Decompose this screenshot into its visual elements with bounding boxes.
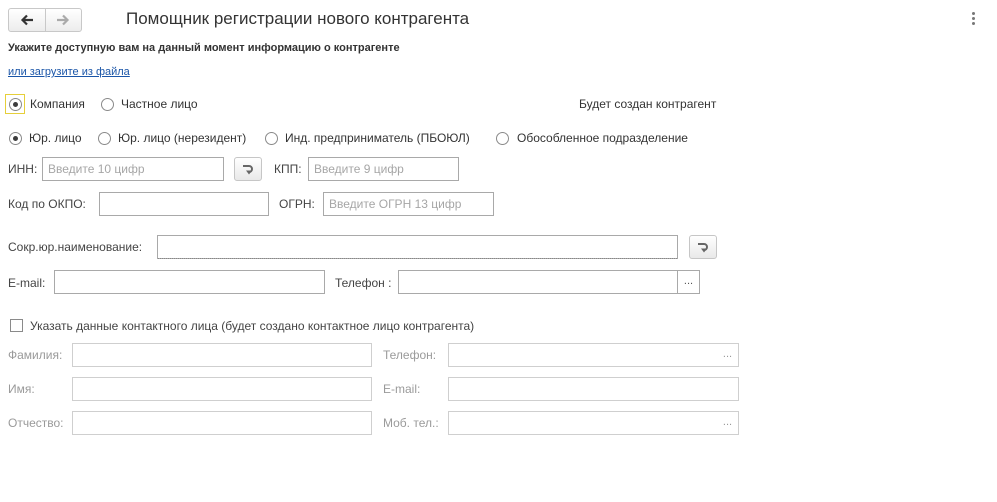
ogrn-label: ОГРН: bbox=[279, 197, 315, 211]
short-name-label: Сокр.юр.наименование: bbox=[8, 240, 143, 254]
radio-separate-division-circle[interactable] bbox=[496, 132, 509, 146]
radio-nonresident-circle[interactable] bbox=[98, 132, 111, 146]
okpo-label: Код по ОКПО: bbox=[8, 197, 86, 211]
radio-separate-division[interactable] bbox=[496, 131, 509, 146]
arrow-right-icon bbox=[57, 14, 70, 26]
inn-input[interactable] bbox=[42, 157, 224, 181]
radio-entrepreneur-circle[interactable] bbox=[265, 132, 278, 146]
result-text: Будет создан контрагент bbox=[579, 97, 717, 111]
curved-arrow-icon bbox=[698, 243, 708, 253]
contact-person-checkbox-label[interactable]: Указать данные контактного лица (будет с… bbox=[30, 319, 474, 333]
contact-email-label: E-mail: bbox=[383, 382, 421, 396]
radio-company-circle[interactable] bbox=[9, 98, 22, 112]
surname-label: Фамилия: bbox=[8, 348, 63, 362]
kpp-input[interactable] bbox=[308, 157, 459, 181]
surname-input[interactable] bbox=[72, 343, 372, 367]
email-label: E-mail: bbox=[8, 276, 46, 290]
input-dotted-underline bbox=[158, 258, 677, 259]
arrow-left-icon bbox=[20, 14, 33, 26]
patronymic-label: Отчество: bbox=[8, 416, 64, 430]
email-input[interactable] bbox=[54, 270, 325, 294]
phone-label: Телефон : bbox=[335, 276, 392, 290]
contact-phone-input[interactable] bbox=[448, 343, 718, 367]
short-name-input[interactable] bbox=[157, 235, 678, 259]
radio-legal-entity-circle[interactable] bbox=[9, 132, 22, 146]
contact-person-checkbox[interactable] bbox=[10, 319, 23, 332]
mobile-phone-label: Моб. тел.: bbox=[383, 416, 439, 430]
radio-nonresident-label[interactable]: Юр. лицо (нерезидент) bbox=[118, 131, 246, 145]
radio-entrepreneur[interactable] bbox=[265, 131, 278, 146]
radio-entrepreneur-label[interactable]: Инд. предприниматель (ПБОЮЛ) bbox=[285, 131, 470, 145]
navigation-buttons bbox=[8, 8, 82, 32]
radio-company-label[interactable]: Компания bbox=[30, 97, 85, 111]
radio-separate-division-label[interactable]: Обособленное подразделение bbox=[517, 131, 688, 145]
curved-arrow-icon bbox=[243, 165, 253, 175]
kpp-label: КПП: bbox=[274, 162, 302, 176]
radio-private-person-label[interactable]: Частное лицо bbox=[121, 97, 198, 111]
radio-private-person[interactable] bbox=[101, 97, 114, 112]
name-label: Имя: bbox=[8, 382, 35, 396]
okpo-input[interactable] bbox=[99, 192, 269, 216]
mobile-phone-input[interactable] bbox=[448, 411, 718, 435]
mobile-phone-select-button[interactable]: ... bbox=[717, 411, 739, 435]
radio-private-person-circle[interactable] bbox=[101, 98, 114, 112]
fill-by-inn-button[interactable] bbox=[234, 157, 262, 181]
patronymic-input[interactable] bbox=[72, 411, 372, 435]
radio-legal-entity[interactable] bbox=[9, 131, 22, 146]
load-from-file-link[interactable]: или загрузите из файла bbox=[8, 66, 130, 78]
inn-label: ИНН: bbox=[8, 162, 38, 176]
fill-name-button[interactable] bbox=[689, 235, 717, 259]
phone-input[interactable] bbox=[398, 270, 678, 294]
contact-phone-label: Телефон: bbox=[383, 348, 437, 362]
radio-company[interactable] bbox=[9, 97, 22, 112]
back-button[interactable] bbox=[9, 9, 45, 31]
instruction-text: Укажите доступную вам на данный момент и… bbox=[8, 42, 400, 54]
contact-email-input[interactable] bbox=[448, 377, 739, 401]
name-input[interactable] bbox=[72, 377, 372, 401]
page-title: Помощник регистрации нового контрагента bbox=[126, 9, 470, 28]
phone-select-button[interactable]: ... bbox=[678, 270, 700, 294]
ogrn-input[interactable] bbox=[323, 192, 494, 216]
radio-nonresident[interactable] bbox=[98, 131, 111, 146]
forward-button[interactable] bbox=[44, 9, 82, 31]
contact-phone-select-button[interactable]: ... bbox=[717, 343, 739, 367]
radio-legal-entity-label[interactable]: Юр. лицо bbox=[29, 131, 82, 145]
more-menu-icon[interactable] bbox=[972, 12, 976, 27]
